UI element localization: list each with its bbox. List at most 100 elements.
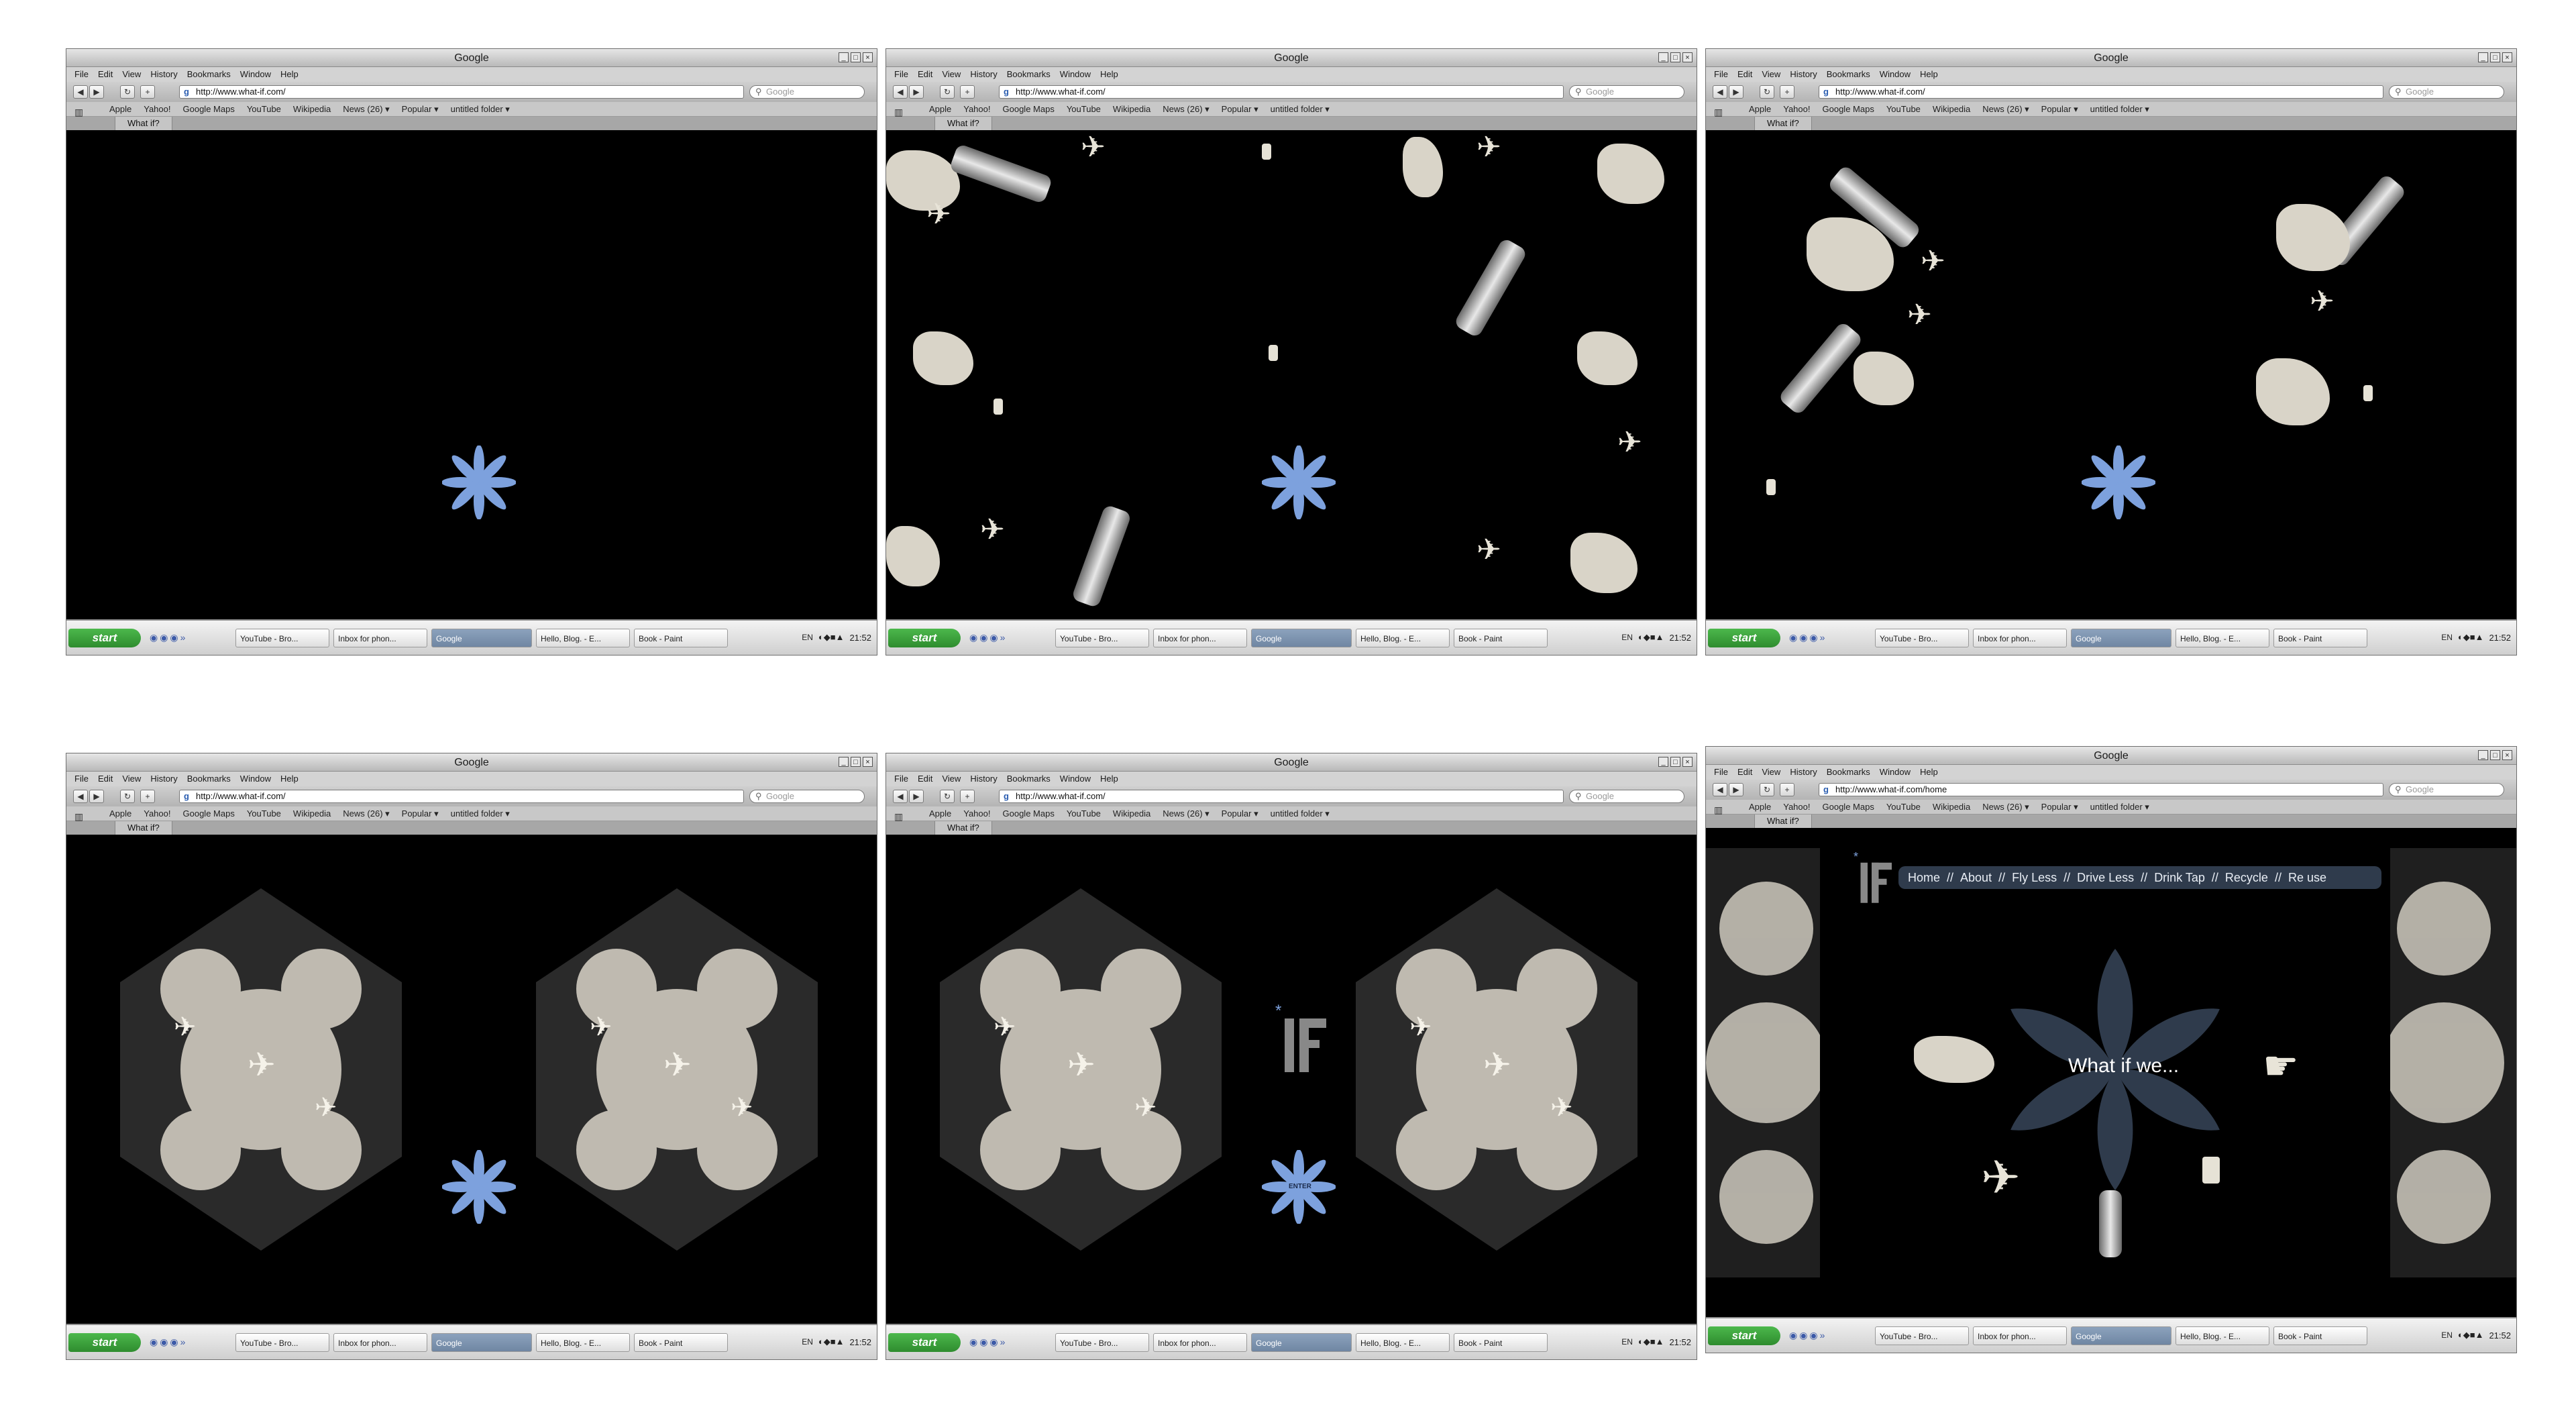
bookmark-youtube[interactable]: YouTube [247, 806, 281, 821]
bookmark-wikipedia[interactable]: Wikipedia [1933, 800, 1970, 814]
task-paint[interactable]: Book - Paint [2273, 629, 2367, 647]
task-youtube[interactable]: YouTube - Bro... [235, 1333, 329, 1352]
bookmark-apple[interactable]: Apple [109, 102, 131, 116]
maximize-button[interactable]: □ [851, 52, 861, 62]
forward-icon[interactable]: ▶ [909, 790, 924, 803]
quick-launch-icons[interactable]: ◉◉◉» [969, 1337, 1007, 1348]
start-button[interactable]: start [888, 629, 961, 647]
tray-icons[interactable]: ◐◆■▲ [1638, 1337, 1664, 1347]
tab-what-if[interactable]: What if? [934, 117, 992, 130]
nav-about[interactable]: About [1960, 866, 1992, 889]
back-icon[interactable]: ◀ [73, 85, 88, 99]
menu-edit[interactable]: Edit [98, 67, 113, 82]
asterisk-icon[interactable] [442, 446, 516, 519]
language-indicator[interactable]: EN [1621, 1337, 1633, 1347]
enter-button[interactable]: ENTER [1289, 1183, 1311, 1190]
bookmark-yahoo[interactable]: Yahoo! [963, 102, 990, 116]
menu-history[interactable]: History [1790, 67, 1817, 82]
menu-history[interactable]: History [150, 772, 177, 786]
maximize-button[interactable]: □ [1670, 757, 1680, 767]
forward-icon[interactable]: ▶ [909, 85, 924, 99]
task-paint[interactable]: Book - Paint [634, 1333, 728, 1352]
add-bookmark-icon[interactable]: + [960, 85, 975, 99]
bookmark-untitled-folder[interactable]: untitled folder ▾ [451, 806, 510, 821]
bookmark-yahoo[interactable]: Yahoo! [963, 806, 990, 821]
menu-bookmarks[interactable]: Bookmarks [1007, 772, 1051, 786]
nav-drive-less[interactable]: Drive Less [2077, 866, 2134, 889]
tab-what-if[interactable]: What if? [1754, 815, 1812, 828]
bookmark-untitled-folder[interactable]: untitled folder ▾ [1271, 102, 1330, 116]
fly-less-link-bag-image[interactable] [1914, 1036, 1994, 1083]
quick-launch-icons[interactable]: ◉◉◉» [969, 632, 1007, 643]
tab-what-if[interactable]: What if? [115, 117, 172, 130]
menu-help[interactable]: Help [1920, 765, 1938, 780]
address-bar[interactable]: g http://www.what-if.com/ [999, 85, 1564, 99]
task-blog[interactable]: Hello, Blog. - E... [536, 629, 630, 647]
start-button[interactable]: start [888, 1333, 961, 1352]
airplane-icon[interactable]: ✈ [1981, 1150, 2021, 1205]
search-input[interactable]: ⚲ Google [2389, 85, 2504, 99]
menu-window[interactable]: Window [1880, 765, 1911, 780]
search-input[interactable]: ⚲ Google [1569, 790, 1684, 803]
address-bar[interactable]: g http://www.what-if.com/ [179, 85, 744, 99]
menu-file[interactable]: File [894, 67, 908, 82]
back-icon[interactable]: ◀ [893, 790, 908, 803]
bookmark-wikipedia[interactable]: Wikipedia [293, 806, 331, 821]
start-button[interactable]: start [68, 629, 141, 647]
add-bookmark-icon[interactable]: + [1780, 783, 1794, 796]
menu-help[interactable]: Help [1920, 67, 1938, 82]
language-indicator[interactable]: EN [802, 633, 813, 642]
bookmark-popular[interactable]: Popular ▾ [402, 806, 439, 821]
bookmark-news[interactable]: News (26) ▾ [343, 102, 389, 116]
search-input[interactable]: ⚲ Google [749, 790, 865, 803]
task-google[interactable]: Google [1251, 629, 1352, 647]
task-google[interactable]: Google [2071, 629, 2171, 647]
quick-launch-icons[interactable]: ◉◉◉» [150, 632, 187, 643]
bookmark-untitled-folder[interactable]: untitled folder ▾ [1271, 806, 1330, 821]
asterisk-icon[interactable] [442, 1150, 516, 1224]
add-bookmark-icon[interactable]: + [140, 85, 155, 99]
bookmark-youtube[interactable]: YouTube [1067, 102, 1101, 116]
asterisk-icon[interactable] [1262, 446, 1336, 519]
bookmark-google-maps[interactable]: Google Maps [183, 102, 235, 116]
bookmark-youtube[interactable]: YouTube [1067, 806, 1101, 821]
quick-launch-icons[interactable]: ◉◉◉» [1789, 632, 1827, 643]
search-input[interactable]: ⚲ Google [1569, 85, 1684, 99]
bookmark-yahoo[interactable]: Yahoo! [144, 102, 170, 116]
close-button[interactable]: × [2502, 52, 2512, 62]
task-google[interactable]: Google [1251, 1333, 1352, 1352]
task-inbox[interactable]: Inbox for phon... [1153, 629, 1247, 647]
task-google[interactable]: Google [2071, 1326, 2171, 1345]
menu-history[interactable]: History [1790, 765, 1817, 780]
task-youtube[interactable]: YouTube - Bro... [1875, 1326, 1969, 1345]
close-button[interactable]: × [2502, 750, 2512, 760]
task-google[interactable]: Google [431, 1333, 532, 1352]
task-inbox[interactable]: Inbox for phon... [1153, 1333, 1247, 1352]
add-bookmark-icon[interactable]: + [140, 790, 155, 803]
quick-launch-icons[interactable]: ◉◉◉» [1789, 1330, 1827, 1341]
menu-window[interactable]: Window [1060, 772, 1091, 786]
address-bar[interactable]: g http://www.what-if.com/ [1819, 85, 2383, 99]
start-button[interactable]: start [1708, 1326, 1780, 1345]
nav-drink-tap[interactable]: Drink Tap [2154, 866, 2205, 889]
bookmark-popular[interactable]: Popular ▾ [1222, 102, 1258, 116]
menu-edit[interactable]: Edit [98, 772, 113, 786]
menu-bookmarks[interactable]: Bookmarks [1007, 67, 1051, 82]
back-icon[interactable]: ◀ [893, 85, 908, 99]
nav-recycle[interactable]: Recycle [2225, 866, 2268, 889]
start-button[interactable]: start [68, 1333, 141, 1352]
bookmark-popular[interactable]: Popular ▾ [402, 102, 439, 116]
bookmark-apple[interactable]: Apple [929, 806, 951, 821]
task-inbox[interactable]: Inbox for phon... [1973, 1326, 2067, 1345]
menu-bookmarks[interactable]: Bookmarks [187, 772, 231, 786]
hand-glove-image[interactable]: ☛ [2263, 1043, 2299, 1090]
forward-icon[interactable]: ▶ [1729, 783, 1743, 796]
menu-edit[interactable]: Edit [1737, 765, 1752, 780]
menu-file[interactable]: File [894, 772, 908, 786]
nav-re-use[interactable]: Re use [2288, 866, 2326, 889]
bookmark-popular[interactable]: Popular ▾ [2041, 800, 2078, 814]
task-paint[interactable]: Book - Paint [2273, 1326, 2367, 1345]
bookmark-untitled-folder[interactable]: untitled folder ▾ [451, 102, 510, 116]
bookmark-wikipedia[interactable]: Wikipedia [293, 102, 331, 116]
bookmark-google-maps[interactable]: Google Maps [1823, 800, 1874, 814]
